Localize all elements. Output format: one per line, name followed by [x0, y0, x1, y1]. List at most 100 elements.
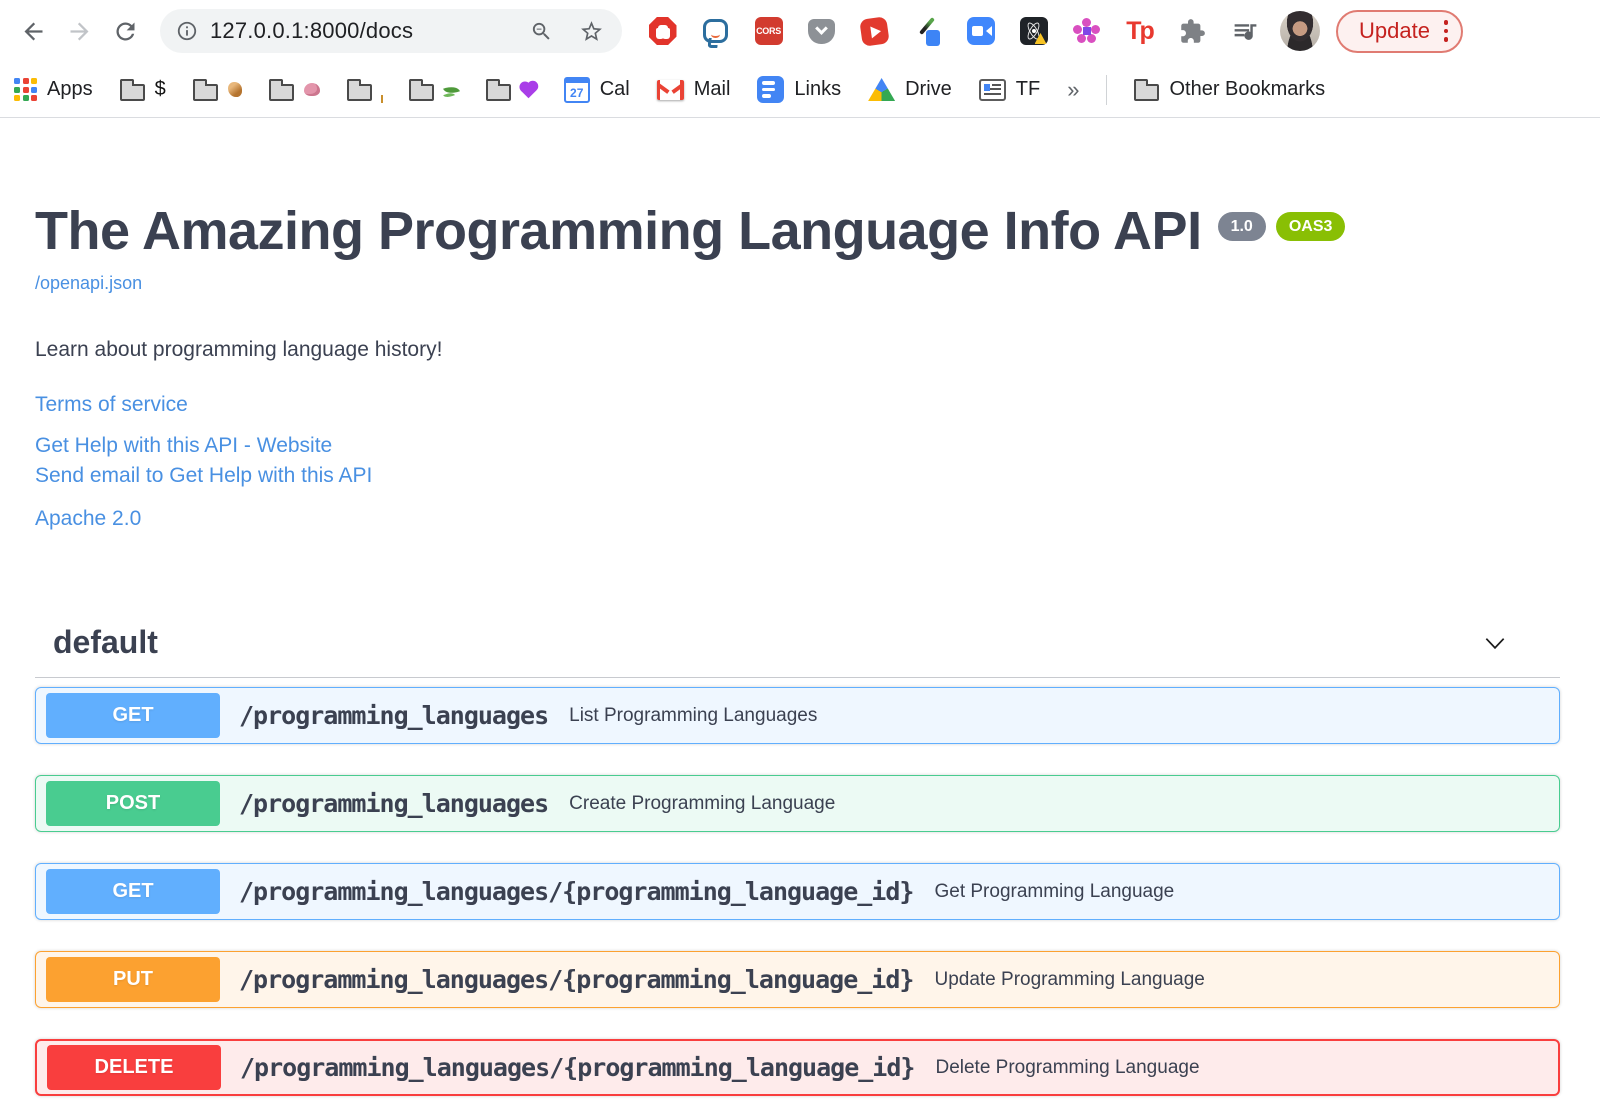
- other-bookmarks-label: Other Bookmarks: [1169, 78, 1326, 100]
- cors-extension-icon[interactable]: CORS: [754, 17, 783, 46]
- license-link[interactable]: Apache 2.0: [35, 507, 141, 531]
- bookmarks-bar: Apps $ 27 Cal Mail Links Drive TF » Othe…: [0, 62, 1600, 118]
- red-arrow-extension-icon[interactable]: [859, 15, 890, 47]
- apps-label: Apps: [47, 78, 93, 100]
- site-info-icon[interactable]: [176, 20, 198, 42]
- method-badge: PUT: [46, 957, 220, 1003]
- reload-button[interactable]: [102, 8, 148, 54]
- browser-menu-icon[interactable]: [1443, 20, 1449, 42]
- help-website-link[interactable]: Get Help with this API - Website: [35, 431, 332, 461]
- tf-doc-icon: [978, 78, 1006, 101]
- endpoint-list: GET/programming_languages List Programmin…: [35, 687, 1560, 1097]
- pocket-extension-icon[interactable]: [807, 17, 836, 46]
- color-picker-extension-icon[interactable]: [913, 16, 942, 46]
- tag-section-header[interactable]: default: [35, 624, 1560, 679]
- endpoint-row-delete-4[interactable]: DELETE/programming_languages/{programmin…: [35, 1039, 1560, 1097]
- purple-heart-icon: [520, 82, 536, 99]
- endpoint-row-get-0[interactable]: GET/programming_languages List Programmin…: [35, 687, 1560, 745]
- oas3-badge: OAS3: [1275, 212, 1346, 242]
- method-badge: DELETE: [47, 1045, 221, 1091]
- bookmark-star-icon[interactable]: [579, 19, 604, 44]
- bookmark-gmail[interactable]: Mail: [656, 78, 731, 101]
- bookmark-calendar[interactable]: 27 Cal: [563, 76, 630, 103]
- back-arrow-icon: [24, 22, 42, 40]
- endpoint-row-put-3[interactable]: PUT/programming_languages/{programming_l…: [35, 951, 1560, 1009]
- google-drive-icon: [868, 78, 896, 101]
- adblock-extension-icon[interactable]: [648, 17, 677, 46]
- forward-arrow-icon: [70, 22, 88, 40]
- forward-button[interactable]: [56, 8, 102, 54]
- endpoint-path: /programming_languages: [239, 789, 549, 819]
- profile-avatar[interactable]: [1280, 11, 1320, 51]
- bookmark-folder-purple-heart[interactable]: [485, 78, 537, 101]
- folder-icon: [192, 78, 218, 101]
- links-label: Links: [794, 78, 842, 100]
- folder-icon: [408, 78, 434, 101]
- swagger-page: The Amazing Programming Language Info AP…: [0, 201, 1600, 1097]
- zoom-camera-extension-icon[interactable]: [966, 17, 995, 46]
- endpoint-summary: Create Programming Language: [569, 792, 836, 814]
- puzzle-icon: [1181, 18, 1205, 43]
- endpoint-row-post-1[interactable]: POST/programming_languages Create Program…: [35, 775, 1560, 833]
- url-text[interactable]: 127.0.0.1:8000/docs: [210, 18, 530, 44]
- help-email-link[interactable]: Send email to Get Help with this API: [35, 461, 372, 491]
- folder-icon: [346, 78, 372, 101]
- bookmark-apps[interactable]: Apps: [14, 78, 93, 101]
- endpoint-path: /programming_languages/{programming_lang…: [239, 877, 914, 907]
- terms-of-service-link[interactable]: Terms of service: [35, 393, 188, 417]
- endpoint-row-get-2[interactable]: GET/programming_languages/{programming_l…: [35, 863, 1560, 921]
- folder-icon: [119, 78, 145, 101]
- apps-grid-icon: [14, 78, 37, 101]
- bookmark-folder-carousel-horse[interactable]: [192, 78, 242, 101]
- extensions-puzzle-icon[interactable]: [1178, 17, 1207, 46]
- carousel-horse-icon: [227, 82, 242, 97]
- bookmarks-divider: [1106, 74, 1108, 105]
- chat-bubble-extension-icon[interactable]: [701, 17, 730, 46]
- update-label: Update: [1359, 18, 1430, 43]
- folder-icon: [1134, 78, 1160, 101]
- media-queue-icon[interactable]: [1231, 17, 1260, 46]
- chrome-update-button[interactable]: Update: [1336, 9, 1464, 53]
- tp-extension-icon[interactable]: Tp: [1125, 17, 1155, 46]
- bookmark-folder-graduation[interactable]: [346, 78, 383, 103]
- bookmark-links[interactable]: Links: [757, 76, 841, 103]
- endpoint-path: /programming_languages: [239, 701, 549, 731]
- badges: 1.0 OAS3: [1217, 212, 1346, 242]
- links-list-icon: [757, 76, 785, 103]
- gmail-label: Mail: [693, 78, 731, 100]
- zoom-out-icon[interactable]: [530, 20, 553, 43]
- calendar-label: Cal: [599, 78, 630, 100]
- bookmark-drive[interactable]: Drive: [868, 78, 952, 101]
- endpoint-summary: Update Programming Language: [934, 968, 1205, 990]
- folder-icon: [485, 78, 511, 101]
- bookmark-folder-herb[interactable]: [408, 78, 460, 101]
- reload-icon: [115, 21, 134, 40]
- extensions-row: CORS Tp: [648, 15, 1260, 47]
- method-badge: GET: [46, 869, 220, 915]
- browser-toolbar: 127.0.0.1:8000/docs CORS Tp Update: [0, 0, 1600, 62]
- api-title-row: The Amazing Programming Language Info AP…: [35, 201, 1560, 261]
- page-title: The Amazing Programming Language Info AP…: [35, 201, 1202, 261]
- brain-icon: [303, 83, 320, 96]
- bookmark-folder-dollar[interactable]: $: [119, 78, 166, 101]
- address-bar[interactable]: 127.0.0.1:8000/docs: [160, 9, 622, 53]
- bookmarks-overflow-chevron[interactable]: »: [1067, 77, 1079, 103]
- endpoint-summary: Get Programming Language: [934, 880, 1175, 902]
- tf-label: TF: [1015, 78, 1041, 100]
- queue-music-icon: [1234, 23, 1257, 40]
- endpoint-summary: List Programming Languages: [569, 704, 818, 726]
- api-description: Learn about programming language history…: [35, 338, 443, 362]
- endpoint-summary: Delete Programming Language: [935, 1056, 1200, 1078]
- pink-recycle-extension-icon[interactable]: [1072, 17, 1101, 46]
- bookmark-folder-brain[interactable]: [268, 78, 320, 101]
- chevron-down-icon[interactable]: [1482, 630, 1508, 656]
- other-bookmarks[interactable]: Other Bookmarks: [1134, 78, 1325, 101]
- endpoint-path: /programming_languages/{programming_lang…: [239, 965, 914, 995]
- openapi-json-link[interactable]: /openapi.json: [35, 273, 142, 294]
- bookmark-tf[interactable]: TF: [978, 78, 1041, 101]
- drive-label: Drive: [905, 78, 952, 100]
- back-button[interactable]: [10, 8, 56, 54]
- react-devtools-extension-icon[interactable]: [1019, 17, 1048, 46]
- endpoint-path: /programming_languages/{programming_lang…: [240, 1053, 915, 1083]
- dollar-emblem: $: [154, 78, 166, 100]
